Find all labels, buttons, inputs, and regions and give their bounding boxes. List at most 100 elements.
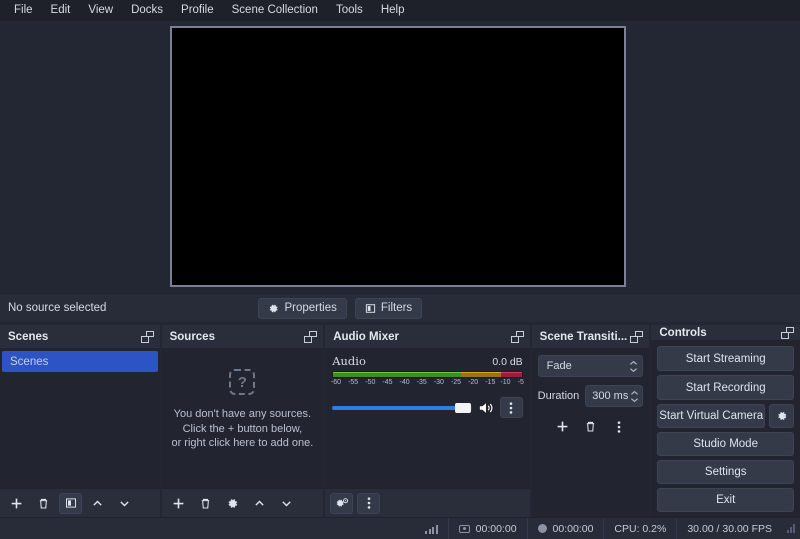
status-bar: 00:00:00 00:00:00 CPU: 0.2% 30.00 / 30.0…: [0, 517, 800, 539]
exit-button[interactable]: Exit: [657, 488, 794, 512]
obs-main-window: File Edit View Docks Profile Scene Colle…: [0, 0, 800, 539]
speaker-icon[interactable]: [478, 401, 494, 415]
filters-button[interactable]: Filters: [354, 297, 423, 319]
sources-empty-line-3: or right click here to add one.: [171, 437, 314, 450]
sources-empty-text: You don't have any sources. Click the + …: [171, 407, 313, 451]
audio-mixer-dock-title: Audio Mixer: [325, 325, 530, 349]
transition-duration-row: Duration 300 ms: [538, 385, 644, 407]
scene-transitions-dock: Scene Transiti... Fade Duration 300 ms: [531, 325, 650, 517]
scene-filters-button[interactable]: [59, 492, 82, 514]
cpu-label: CPU: 0.2%: [614, 522, 667, 535]
menu-item-docks[interactable]: Docks: [122, 1, 172, 20]
sources-footer: [161, 489, 324, 517]
virtual-camera-settings-button[interactable]: [769, 404, 794, 428]
add-scene-button[interactable]: [5, 493, 28, 514]
chevron-updown-icon[interactable]: [629, 360, 638, 373]
move-source-up-button[interactable]: [248, 493, 271, 514]
transition-select[interactable]: Fade: [537, 355, 644, 377]
volume-slider-handle[interactable]: [454, 402, 471, 413]
float-dock-icon[interactable]: [510, 330, 524, 343]
connection-status-cell: [415, 518, 448, 539]
meter-red-zone: [500, 372, 522, 377]
meter-tick: -40: [399, 379, 410, 386]
studio-mode-button[interactable]: Studio Mode: [657, 432, 794, 456]
cpu-cell: CPU: 0.2%: [603, 517, 676, 539]
start-virtual-camera-button[interactable]: Start Virtual Camera: [657, 404, 765, 428]
menu-item-help[interactable]: Help: [372, 1, 414, 20]
remove-source-button[interactable]: [194, 493, 217, 514]
transition-menu-button[interactable]: [607, 416, 630, 437]
no-source-selected-label: No source selected: [8, 302, 107, 314]
scenes-dock-title: Scenes: [0, 325, 160, 349]
volume-slider-fill: [332, 405, 460, 410]
stream-time-label: 00:00:00: [475, 522, 517, 535]
advanced-audio-properties-button[interactable]: [330, 492, 354, 514]
scenes-list[interactable]: Scenes: [0, 349, 160, 489]
sources-list[interactable]: ? You don't have any sources. Click the …: [161, 349, 324, 489]
add-transition-button[interactable]: [551, 416, 574, 437]
virtual-camera-row: Start Virtual Camera: [657, 404, 794, 428]
controls-body: Start Streaming Start Recording Start Vi…: [651, 341, 800, 517]
fps-cell: 30.00 / 30.00 FPS: [676, 517, 782, 539]
scene-item-label: Scenes: [10, 355, 49, 368]
add-source-button[interactable]: [167, 493, 190, 514]
preview-canvas-surface[interactable]: [172, 28, 624, 285]
controls-dock-title: Controls: [651, 325, 800, 341]
audio-channel-menu-button[interactable]: [499, 397, 523, 418]
float-dock-icon[interactable]: [140, 330, 154, 343]
preview-canvas[interactable]: [170, 26, 626, 287]
scenes-dock: Scenes Scenes: [0, 325, 160, 517]
duration-label: Duration: [537, 390, 580, 402]
move-source-down-button[interactable]: [275, 493, 298, 514]
meter-tick: -15: [485, 379, 496, 386]
audio-mixer-title-label: Audio Mixer: [333, 330, 399, 343]
scene-transitions-body: Fade Duration 300 ms: [531, 349, 650, 517]
float-dock-icon[interactable]: [630, 330, 644, 343]
properties-button-label: Properties: [284, 302, 337, 314]
scenes-footer: [0, 489, 160, 517]
stream-icon: [458, 524, 470, 533]
meter-tick: -35: [416, 379, 427, 386]
menu-item-edit[interactable]: Edit: [42, 1, 80, 20]
duration-input[interactable]: 300 ms: [585, 385, 644, 407]
filter-icon: [365, 303, 376, 314]
resize-grip-icon[interactable]: [782, 524, 800, 533]
start-streaming-button[interactable]: Start Streaming: [657, 346, 794, 371]
list-item[interactable]: Scenes: [2, 351, 158, 372]
volume-slider[interactable]: [332, 400, 472, 416]
menu-item-view[interactable]: View: [79, 1, 122, 20]
menu-bar: File Edit View Docks Profile Scene Colle…: [0, 0, 800, 21]
menu-item-tools[interactable]: Tools: [327, 1, 372, 20]
spinner-arrows-icon[interactable]: [630, 390, 639, 403]
duration-value: 300 ms: [592, 390, 629, 402]
menu-item-file[interactable]: File: [5, 1, 42, 20]
move-scene-down-button[interactable]: [113, 493, 136, 514]
transition-select-value: Fade: [546, 360, 572, 372]
audio-meter-ticks: -60 -55 -50 -45 -40 -35 -30 -25 -20 -15 …: [330, 379, 524, 391]
remove-scene-button[interactable]: [32, 493, 55, 514]
preview-area: [0, 21, 800, 293]
question-mark-icon: ?: [229, 369, 256, 396]
audio-level-meter: [332, 371, 523, 378]
settings-button[interactable]: Settings: [657, 460, 794, 484]
source-properties-button[interactable]: [221, 493, 244, 514]
float-dock-icon[interactable]: [781, 326, 794, 339]
meter-tick: -10: [500, 379, 511, 386]
meter-tick: -60: [330, 379, 342, 386]
gear-icon: [268, 303, 279, 314]
menu-item-profile[interactable]: Profile: [172, 1, 223, 20]
start-recording-button[interactable]: Start Recording: [657, 375, 794, 400]
meter-tick: -25: [450, 379, 462, 386]
sources-empty-line-1: You don't have any sources.: [173, 408, 312, 421]
properties-button[interactable]: Properties: [258, 297, 347, 319]
audio-mixer-menu-button[interactable]: [357, 492, 381, 514]
remove-transition-button[interactable]: [579, 416, 602, 437]
float-dock-icon[interactable]: [304, 330, 318, 343]
menu-item-scene-collection[interactable]: Scene Collection: [223, 1, 327, 20]
move-scene-up-button[interactable]: [86, 493, 109, 514]
record-time-label: 00:00:00: [552, 522, 594, 535]
meter-tick: -50: [365, 379, 376, 386]
audio-mixer-footer: [325, 489, 530, 517]
audio-channel-header: Audio 0.0 dB: [332, 354, 522, 368]
sources-dock-title: Sources: [161, 325, 324, 349]
